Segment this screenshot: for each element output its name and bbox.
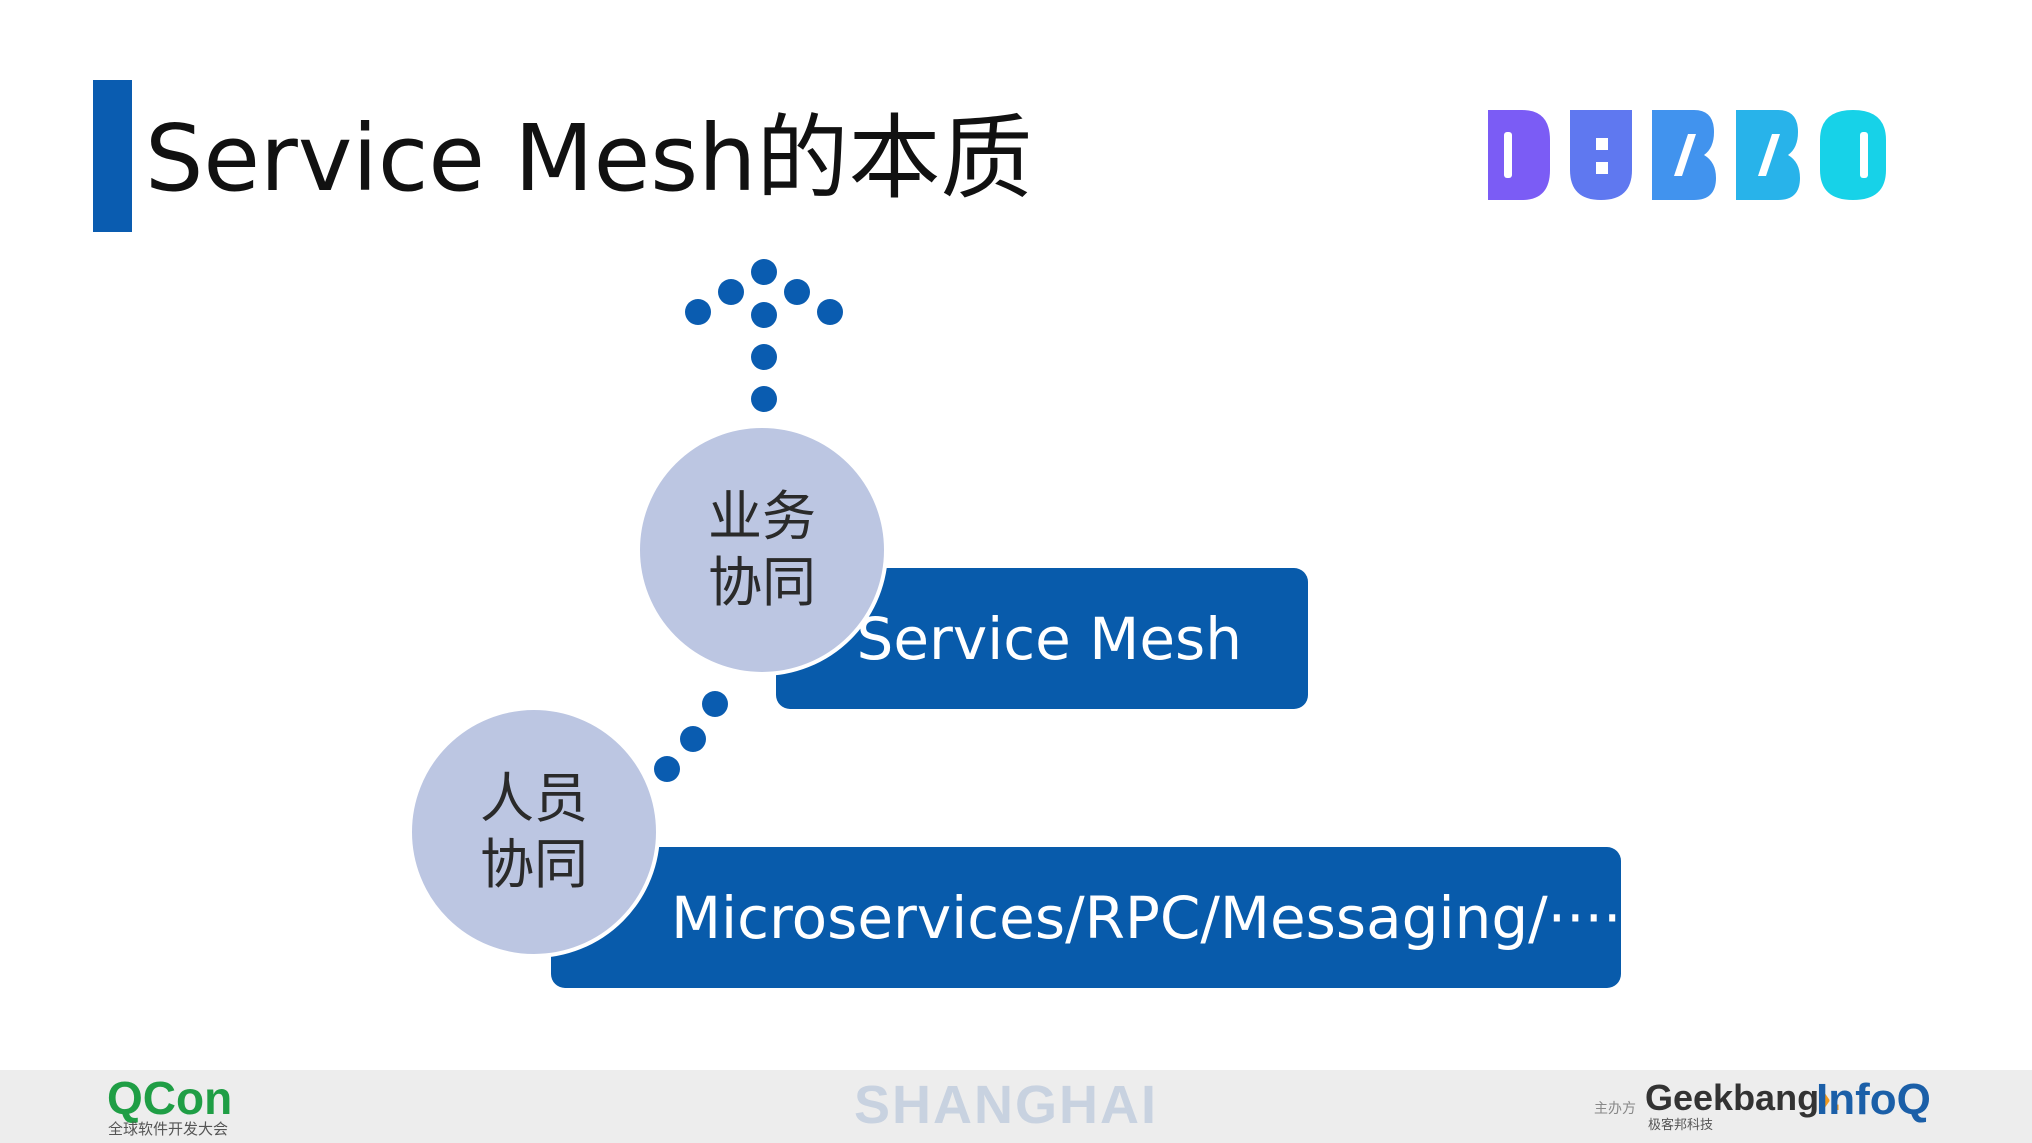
people-collaboration-circle: 人员 协同 bbox=[408, 706, 660, 958]
arrow-dot bbox=[685, 299, 711, 325]
geekbang-logo: Geekbang›. bbox=[1645, 1077, 1842, 1118]
page-title: Service Mesh的本质 bbox=[145, 105, 1033, 212]
business-collaboration-label: 业务 协同 bbox=[708, 485, 816, 614]
infoq-logo: InfoQ bbox=[1816, 1075, 1931, 1124]
connector-dot bbox=[654, 756, 680, 782]
title-accent-bar bbox=[93, 80, 132, 232]
foundation-bar: Microservices/RPC/Messaging/····· bbox=[551, 847, 1640, 988]
geekbang-subtitle: 极客邦科技 bbox=[1648, 1118, 1714, 1133]
qcon-logo: QCon bbox=[107, 1072, 233, 1124]
arrow-dot bbox=[817, 299, 843, 325]
dubbo-logo bbox=[1488, 110, 1886, 200]
service-mesh-bar-label: Service Mesh bbox=[856, 604, 1243, 673]
qcon-subtitle: 全球软件开发大会 bbox=[108, 1120, 229, 1138]
arrow-dot bbox=[718, 279, 744, 305]
arrow-dot bbox=[751, 302, 777, 328]
connector-dot bbox=[702, 691, 728, 717]
arrow-dot bbox=[751, 386, 777, 412]
business-collaboration-circle: 业务 协同 bbox=[636, 424, 888, 676]
people-collaboration-label: 人员 协同 bbox=[480, 767, 588, 896]
foundation-bar-label: Microservices/RPC/Messaging/····· bbox=[671, 883, 1640, 952]
organizer-label: 主办方 bbox=[1594, 1101, 1636, 1117]
city-watermark: SHANGHAI bbox=[854, 1075, 1159, 1135]
arrow-dot bbox=[751, 344, 777, 370]
arrow-dot bbox=[784, 279, 810, 305]
arrow-dot bbox=[751, 259, 777, 285]
connector-dot bbox=[680, 726, 706, 752]
